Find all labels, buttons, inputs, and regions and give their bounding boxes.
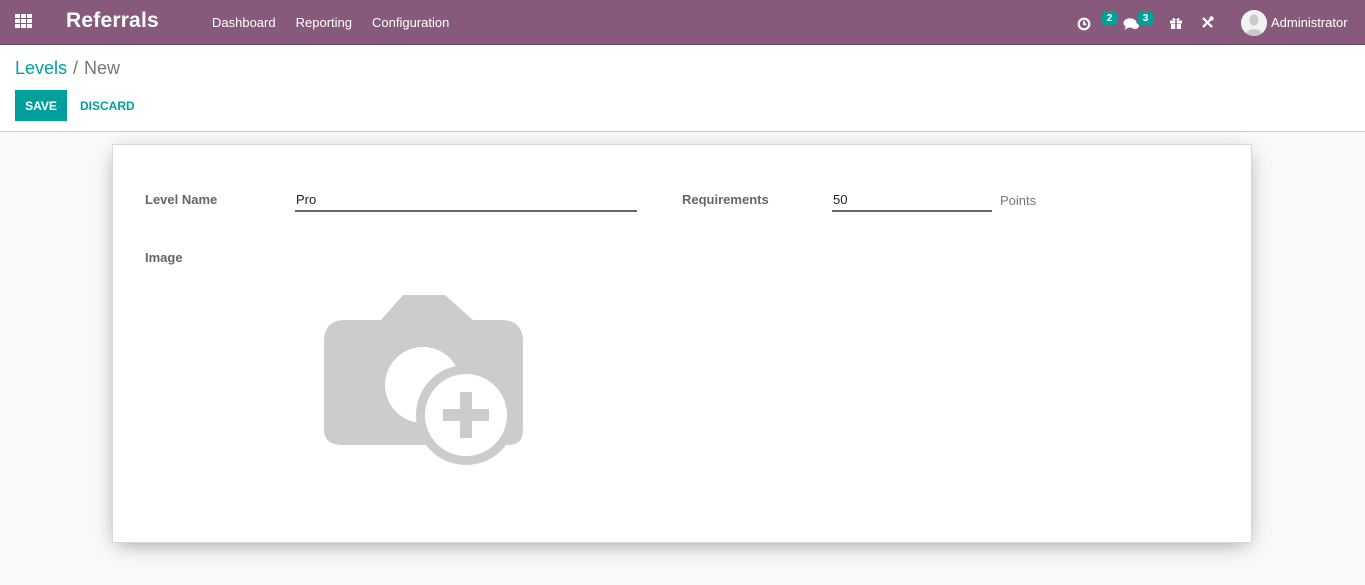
debug-tools-button[interactable] — [1201, 0, 1221, 45]
camera-add-icon — [324, 295, 523, 465]
level-name-input[interactable] — [295, 190, 637, 212]
form-sheet: Level Name Requirements Points Image — [112, 144, 1252, 543]
avatar — [1241, 9, 1267, 36]
menu-item-configuration[interactable]: Configuration — [362, 15, 459, 30]
tools-icon — [1202, 16, 1214, 28]
menu-item-reporting[interactable]: Reporting — [286, 15, 362, 30]
requirements-label: Requirements — [682, 192, 769, 207]
user-menu[interactable]: Administrator — [1241, 0, 1365, 45]
user-name: Administrator — [1271, 15, 1348, 30]
activities-button[interactable]: 2 — [1075, 0, 1118, 45]
points-suffix: Points — [1000, 193, 1037, 208]
breadcrumb-current: New — [84, 58, 121, 78]
app-title: Referrals — [66, 9, 159, 32]
image-label: Image — [145, 250, 183, 265]
breadcrumb-levels[interactable]: Levels — [15, 58, 67, 78]
gift-icon — [1170, 17, 1182, 29]
save-button[interactable]: Save — [15, 90, 67, 121]
level-name-label: Level Name — [145, 192, 218, 207]
image-upload[interactable] — [323, 295, 523, 470]
top-navbar: Referrals Dashboard Reporting Configurat… — [0, 0, 1365, 45]
menu-item-dashboard[interactable]: Dashboard — [202, 15, 286, 30]
discard-button[interactable]: Discard — [72, 90, 143, 121]
messages-button[interactable]: 3 — [1123, 0, 1157, 45]
control-panel: Levels / New Save Discard — [0, 45, 1365, 132]
activities-badge: 2 — [1101, 11, 1118, 26]
clock-icon — [1077, 17, 1091, 30]
apps-grid-icon[interactable] — [15, 14, 33, 28]
breadcrumb-separator: / — [73, 58, 79, 78]
gift-button[interactable] — [1169, 0, 1189, 45]
main-menu: Dashboard Reporting Configuration — [202, 0, 459, 45]
requirements-input[interactable] — [832, 190, 992, 212]
breadcrumb: Levels / New — [15, 58, 120, 79]
messages-badge: 3 — [1137, 11, 1154, 26]
